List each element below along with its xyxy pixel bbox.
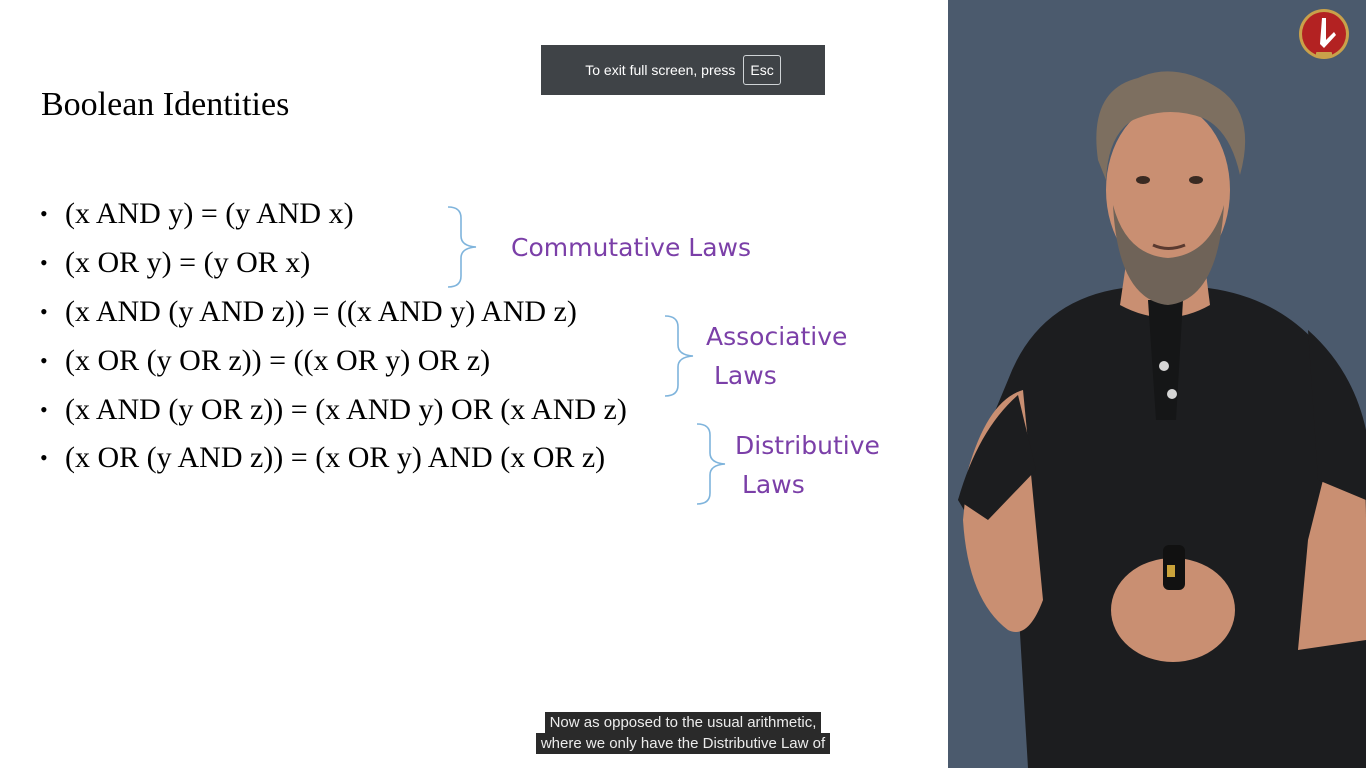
subtitle-captions: Now as opposed to the usual arithmetic, … <box>0 712 1366 754</box>
bullet-item: • (x AND (y AND z)) = ((x AND y) AND z) <box>40 292 577 332</box>
caption-line: where we only have the Distributive Law … <box>535 733 831 754</box>
bullet-dot: • <box>40 250 48 275</box>
slide-title: Boolean Identities <box>41 86 290 123</box>
slide-area: Boolean Identities • (x AND y) = (y AND … <box>0 0 948 768</box>
bullet-item: • (x OR (y AND z)) = (x OR y) AND (x OR … <box>40 438 605 478</box>
bullet-text: (x OR y) = (y OR x) <box>65 246 311 279</box>
bullet-item: • (x OR y) = (y OR x) <box>40 243 310 283</box>
commutative-brace-icon <box>447 206 477 288</box>
caption-line: Now as opposed to the usual arithmetic, <box>544 712 822 733</box>
university-seal-icon <box>1299 9 1349 59</box>
bullet-text: (x AND (y AND z)) = ((x AND y) AND z) <box>65 295 577 328</box>
bullet-item: • (x AND y) = (y AND x) <box>40 194 354 234</box>
distributive-label-line2: Laws <box>742 470 805 499</box>
bullet-text: (x OR (y AND z)) = (x OR y) AND (x OR z) <box>65 441 606 474</box>
bullet-text: (x OR (y OR z)) = ((x OR y) OR z) <box>65 344 491 377</box>
bullet-dot: • <box>40 299 48 324</box>
bullet-item: • (x AND (y OR z)) = (x AND y) OR (x AND… <box>40 390 627 430</box>
distributive-label-line1: Distributive <box>735 431 880 460</box>
distributive-brace-icon <box>696 423 726 505</box>
associative-brace-icon <box>664 315 694 397</box>
esc-key-badge: Esc <box>743 55 781 85</box>
bullet-item: • (x OR (y OR z)) = ((x OR y) OR z) <box>40 341 490 381</box>
bullet-dot: • <box>40 397 48 422</box>
fullscreen-exit-notice: To exit full screen, press Esc <box>541 45 825 95</box>
presenter-video <box>948 0 1366 768</box>
bullet-dot: • <box>40 201 48 226</box>
commutative-laws-label: Commutative Laws <box>511 233 752 262</box>
bullet-text: (x AND (y OR z)) = (x AND y) OR (x AND z… <box>65 393 627 426</box>
fullscreen-notice-text: To exit full screen, press <box>585 62 736 78</box>
associative-label-line1: Associative <box>706 322 848 351</box>
bullet-dot: • <box>40 348 48 373</box>
presenter-figure <box>958 71 1366 768</box>
associative-label-line2: Laws <box>714 361 777 390</box>
bullet-text: (x AND y) = (y AND x) <box>65 197 354 230</box>
bullet-dot: • <box>40 445 48 470</box>
